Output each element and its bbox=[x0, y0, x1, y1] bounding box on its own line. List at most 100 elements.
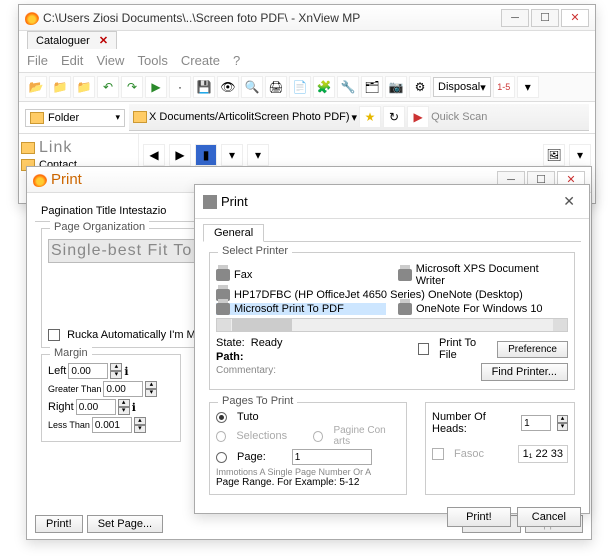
menu-file[interactable]: File bbox=[27, 53, 48, 68]
spinner[interactable]: ▴▾ bbox=[145, 381, 157, 397]
app-title: C:\Users Ziosi Documents\..\Screen foto … bbox=[43, 11, 501, 25]
tool1-icon[interactable]: 📄 bbox=[289, 76, 311, 98]
open-icon[interactable]: 📂 bbox=[25, 76, 47, 98]
cataloguer-tab[interactable]: Cataloguer ✕ bbox=[27, 31, 117, 49]
spinner[interactable]: ▴▾ bbox=[134, 417, 146, 433]
maximize-button[interactable]: ☐ bbox=[531, 9, 559, 27]
printer-onenote[interactable]: OneNote For Windows 10 bbox=[398, 303, 568, 315]
printer-hp[interactable]: HP17DFBC (HP OfficeJet 4650 Series) OneN… bbox=[216, 289, 568, 301]
num-heads-input[interactable] bbox=[521, 415, 551, 431]
search-icon[interactable]: 👁 bbox=[217, 76, 239, 98]
forward-icon[interactable]: ↷ bbox=[121, 76, 143, 98]
general-tab[interactable]: General bbox=[203, 224, 264, 242]
minimize-button[interactable]: ─ bbox=[501, 9, 529, 27]
menu-view[interactable]: View bbox=[96, 53, 124, 68]
menu-create[interactable]: Create bbox=[181, 53, 220, 68]
menu-tools[interactable]: Tools bbox=[138, 53, 168, 68]
margin-label: Margin bbox=[50, 347, 92, 359]
cancel-button[interactable]: Cancel bbox=[517, 507, 581, 527]
right-input[interactable] bbox=[76, 399, 116, 415]
quick-scan-link[interactable]: Quick Scan bbox=[431, 111, 487, 123]
pagine-label: Pagine Con arts bbox=[333, 425, 400, 447]
preference-button[interactable]: Preference bbox=[497, 341, 568, 358]
page-input[interactable] bbox=[292, 449, 372, 465]
menu-bar: File Edit View Tools Create ? bbox=[19, 49, 595, 73]
print2-titlebar: Print ✕ bbox=[195, 185, 589, 219]
main-titlebar: C:\Users Ziosi Documents\..\Screen foto … bbox=[19, 5, 595, 31]
star-icon[interactable]: ★ bbox=[359, 106, 381, 128]
save-icon[interactable]: 💾 bbox=[193, 76, 215, 98]
back-icon[interactable]: ↶ bbox=[97, 76, 119, 98]
tuto-radio[interactable] bbox=[216, 412, 227, 423]
folder-icon bbox=[133, 111, 147, 123]
print-to-file-checkbox[interactable] bbox=[418, 343, 429, 355]
page-radio[interactable] bbox=[216, 452, 227, 463]
info-icon: ℹ bbox=[132, 401, 136, 414]
folder-bar: Folder ▾ X Documents/ArticolitScreen Pho… bbox=[19, 102, 595, 134]
tool4-icon[interactable]: 🗂 bbox=[361, 76, 383, 98]
spinner[interactable]: ▴▾ bbox=[118, 399, 130, 415]
view-icon[interactable]: ▾ bbox=[247, 144, 269, 166]
prev-icon[interactable]: ◀ bbox=[143, 144, 165, 166]
set-page-button[interactable]: Set Page... bbox=[87, 515, 163, 533]
tool5-icon[interactable]: ▾ bbox=[517, 76, 539, 98]
printer-mspdf[interactable]: Microsoft Print To PDF bbox=[216, 303, 386, 315]
main-toolbar: 📂 📁 📁 ↶ ↷ ▶ · 💾 👁 🔍 🖨 📄 🧩 🔧 🗂 📷 ⚙ Dispos… bbox=[19, 73, 595, 102]
gear-icon[interactable]: ⚙ bbox=[409, 76, 431, 98]
folder-combo[interactable]: Folder ▾ bbox=[25, 109, 125, 127]
spinner[interactable]: ▴▾ bbox=[557, 415, 568, 431]
play-icon[interactable]: ▶ bbox=[145, 76, 167, 98]
state-label: State: bbox=[216, 337, 245, 349]
refresh-icon[interactable]: ↻ bbox=[383, 106, 405, 128]
tool2-icon[interactable]: 🧩 bbox=[313, 76, 335, 98]
printer-scroll[interactable] bbox=[216, 318, 568, 332]
gt-input[interactable] bbox=[103, 381, 143, 397]
find-icon[interactable]: 🔍 bbox=[241, 76, 263, 98]
chevron-down-icon: ▾ bbox=[480, 81, 486, 94]
printer-fax[interactable]: Fax bbox=[216, 263, 386, 287]
close-button[interactable]: ✕ bbox=[561, 9, 589, 27]
find-printer-button[interactable]: Find Printer... bbox=[481, 363, 568, 381]
folder-icon bbox=[30, 112, 44, 124]
menu-help[interactable]: ? bbox=[233, 53, 240, 68]
lt-label: Less Than bbox=[48, 420, 90, 430]
left-input[interactable] bbox=[68, 363, 108, 379]
print1-print-button[interactable]: Print! bbox=[35, 515, 83, 533]
margin-left-field: Left ▴▾ ℹ bbox=[48, 363, 174, 379]
preview-icon[interactable]: 🖼 bbox=[543, 144, 565, 166]
folder2-icon[interactable]: 📁 bbox=[73, 76, 95, 98]
disposal-combo[interactable]: Disposal ▾ bbox=[433, 77, 491, 97]
fit-combo[interactable]: Single-best Fit To P bbox=[51, 242, 209, 259]
printer-list[interactable]: Fax Microsoft XPS Document Writer HP17DF… bbox=[216, 263, 568, 315]
folder-new-icon[interactable]: 📁 bbox=[49, 76, 71, 98]
calendar-icon[interactable]: 1-5 bbox=[493, 76, 515, 98]
next-icon[interactable]: ▶ bbox=[169, 144, 191, 166]
printer-xps[interactable]: Microsoft XPS Document Writer bbox=[398, 263, 568, 287]
pagine-radio[interactable] bbox=[313, 431, 323, 442]
pages-to-print-label: Pages To Print bbox=[218, 395, 297, 407]
camera-icon[interactable]: 📷 bbox=[385, 76, 407, 98]
lt-input[interactable] bbox=[92, 417, 132, 433]
page-radio-label: Page: bbox=[237, 451, 266, 463]
pagination-tabs[interactable]: Pagination Title Intestazio bbox=[41, 205, 166, 217]
selections-radio[interactable] bbox=[216, 431, 226, 442]
tab-close-icon[interactable]: ✕ bbox=[99, 35, 108, 47]
sort-icon[interactable]: ▾ bbox=[221, 144, 243, 166]
panel-icon[interactable]: ▾ bbox=[569, 144, 591, 166]
commentary-label: Commentary: bbox=[216, 365, 276, 376]
spinner[interactable]: ▴▾ bbox=[110, 363, 122, 379]
gt-label: Greater Than bbox=[48, 384, 101, 394]
print2-print-button[interactable]: Print! bbox=[447, 507, 511, 527]
item-icon[interactable]: ▮ bbox=[195, 144, 217, 166]
fasoc-checkbox[interactable] bbox=[432, 448, 444, 460]
print-icon[interactable]: 🖨 bbox=[265, 76, 287, 98]
fasoc-label: Fasoc bbox=[454, 448, 484, 460]
imm-text: Immotions A Single Page Number Or A bbox=[216, 467, 400, 477]
link-tree-item[interactable]: Link bbox=[21, 138, 136, 158]
tool3-icon[interactable]: 🔧 bbox=[337, 76, 359, 98]
menu-edit[interactable]: Edit bbox=[61, 53, 83, 68]
chevron-down-icon: ▾ bbox=[115, 112, 120, 123]
close-button[interactable]: ✕ bbox=[557, 191, 581, 212]
rucka-checkbox[interactable] bbox=[48, 329, 60, 341]
play-icon[interactable]: ▶ bbox=[407, 106, 429, 128]
